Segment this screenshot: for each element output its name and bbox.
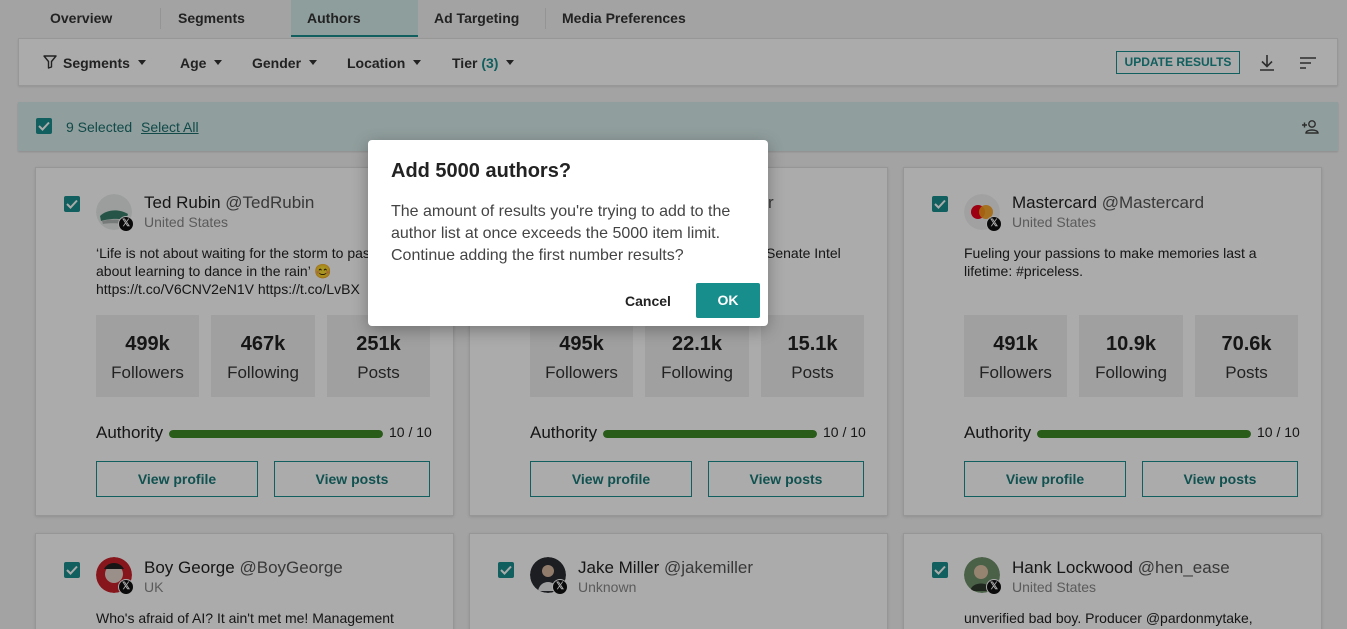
dialog-message: The amount of results you're trying to a…	[391, 203, 731, 264]
dialog-title: Add 5000 authors?	[391, 160, 572, 182]
add-authors-dialog: Add 5000 authors? The amount of results …	[368, 140, 768, 326]
ok-button[interactable]: OK	[696, 283, 760, 318]
cancel-button[interactable]: Cancel	[614, 283, 682, 319]
